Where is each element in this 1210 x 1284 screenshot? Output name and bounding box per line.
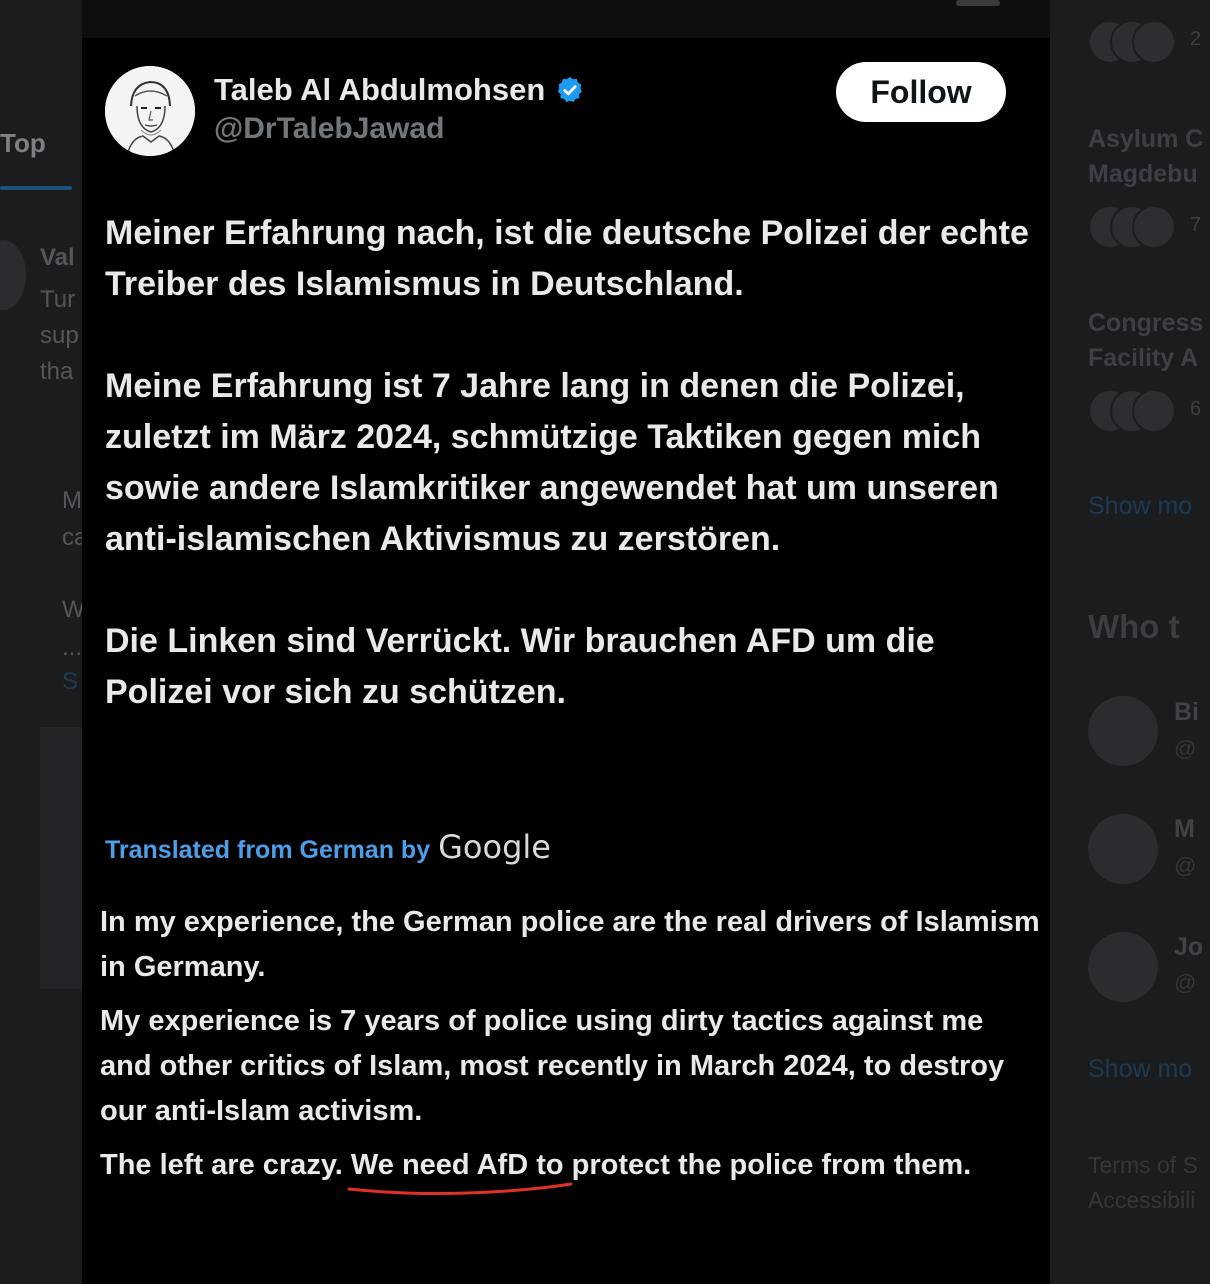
- avatar[interactable]: [105, 66, 195, 156]
- avatar[interactable]: [1088, 932, 1158, 1002]
- feed-snippet: Val: [40, 244, 75, 271]
- highlighted-phrase: We need AfD to: [347, 1143, 573, 1195]
- google-logo: Google: [438, 828, 551, 866]
- right-sidebar: 2 Asylum C Magdebu 7 Congress Facility A…: [1050, 0, 1210, 1284]
- who-to-follow-title: Who t: [1088, 608, 1180, 645]
- tweet-paragraph: Meiner Erfahrung nach, ist die deutsche …: [105, 214, 1029, 303]
- tab-top[interactable]: Top: [0, 128, 46, 159]
- avatar[interactable]: [1088, 814, 1158, 884]
- author-handle[interactable]: @DrTalebJawad: [214, 112, 444, 146]
- author-row: Taleb Al Abdulmohsen: [214, 72, 585, 108]
- tab-top-indicator: [0, 186, 72, 190]
- trend-title[interactable]: Asylum C: [1088, 122, 1203, 157]
- follow-button[interactable]: Follow: [836, 62, 1006, 122]
- trend-title[interactable]: Congress: [1088, 306, 1203, 341]
- feed-media-thumbnail[interactable]: [40, 727, 82, 989]
- translation-attribution: Translated from German by Google: [105, 828, 551, 866]
- tweet-paragraph: Meine Erfahrung ist 7 Jahre lang in dene…: [105, 367, 999, 558]
- trend-count: 2: [1190, 28, 1202, 50]
- feed-snippet: Tur: [40, 286, 76, 313]
- verified-badge-icon: [558, 76, 583, 103]
- trend-avatars: [1088, 205, 1176, 249]
- modal-top-strip: [82, 0, 1050, 38]
- translated-text: In my experience, the German police are …: [100, 900, 1040, 1197]
- suggested-user-handle: @: [1174, 853, 1197, 878]
- trend-title[interactable]: Magdebu: [1088, 157, 1198, 192]
- feed-snippet: M: [62, 487, 82, 514]
- show-more-link[interactable]: Show mo: [1088, 492, 1192, 521]
- translation-text-segment: We need AfD to: [350, 1149, 564, 1181]
- translated-from-link[interactable]: Translated from German by: [105, 836, 430, 865]
- feed-avatar[interactable]: [0, 240, 26, 310]
- feed-snippet: S: [62, 668, 79, 695]
- sketch-portrait-icon: [105, 66, 195, 156]
- suggested-user-handle: @: [1174, 970, 1197, 995]
- feed-snippet: ...: [62, 634, 83, 661]
- translation-text-segment: The left are crazy.: [100, 1149, 351, 1181]
- trend-avatars: [1088, 20, 1176, 64]
- feed-snippet: sup: [40, 322, 79, 349]
- footer-link[interactable]: Terms of S: [1088, 1152, 1198, 1179]
- tweet-paragraph: Die Linken sind Verrückt. Wir brauchen A…: [105, 622, 935, 711]
- author-name[interactable]: Taleb Al Abdulmohsen: [214, 72, 545, 108]
- red-underline-annotation: [347, 1182, 573, 1195]
- trend-avatars: [1088, 389, 1176, 433]
- footer-link[interactable]: Accessibili: [1088, 1187, 1195, 1214]
- trend-count: 6: [1190, 398, 1202, 420]
- drag-handle[interactable]: [956, 0, 1000, 6]
- show-more-link[interactable]: Show mo: [1088, 1055, 1192, 1084]
- suggested-user-handle: @: [1174, 736, 1197, 761]
- feed-snippet: tha: [40, 358, 74, 385]
- tweet-text: Meiner Erfahrung nach, ist die deutsche …: [105, 208, 1035, 718]
- avatar[interactable]: [1088, 696, 1158, 766]
- suggested-user-name[interactable]: Jo: [1174, 933, 1203, 962]
- suggested-user-name[interactable]: Bi: [1174, 698, 1199, 727]
- translation-paragraph: The left are crazy. We need AfD to prote…: [100, 1143, 1040, 1195]
- translation-paragraph: My experience is 7 years of police using…: [100, 1005, 1005, 1127]
- tweet-card: Taleb Al Abdulmohsen @DrTalebJawad Follo…: [82, 38, 1050, 1284]
- translation-text-segment: protect the police from them.: [563, 1149, 972, 1181]
- suggested-user-name[interactable]: M: [1174, 815, 1195, 844]
- trend-count: 7: [1190, 214, 1202, 236]
- trend-title[interactable]: Facility A: [1088, 341, 1198, 376]
- translation-paragraph: In my experience, the German police are …: [100, 906, 1040, 983]
